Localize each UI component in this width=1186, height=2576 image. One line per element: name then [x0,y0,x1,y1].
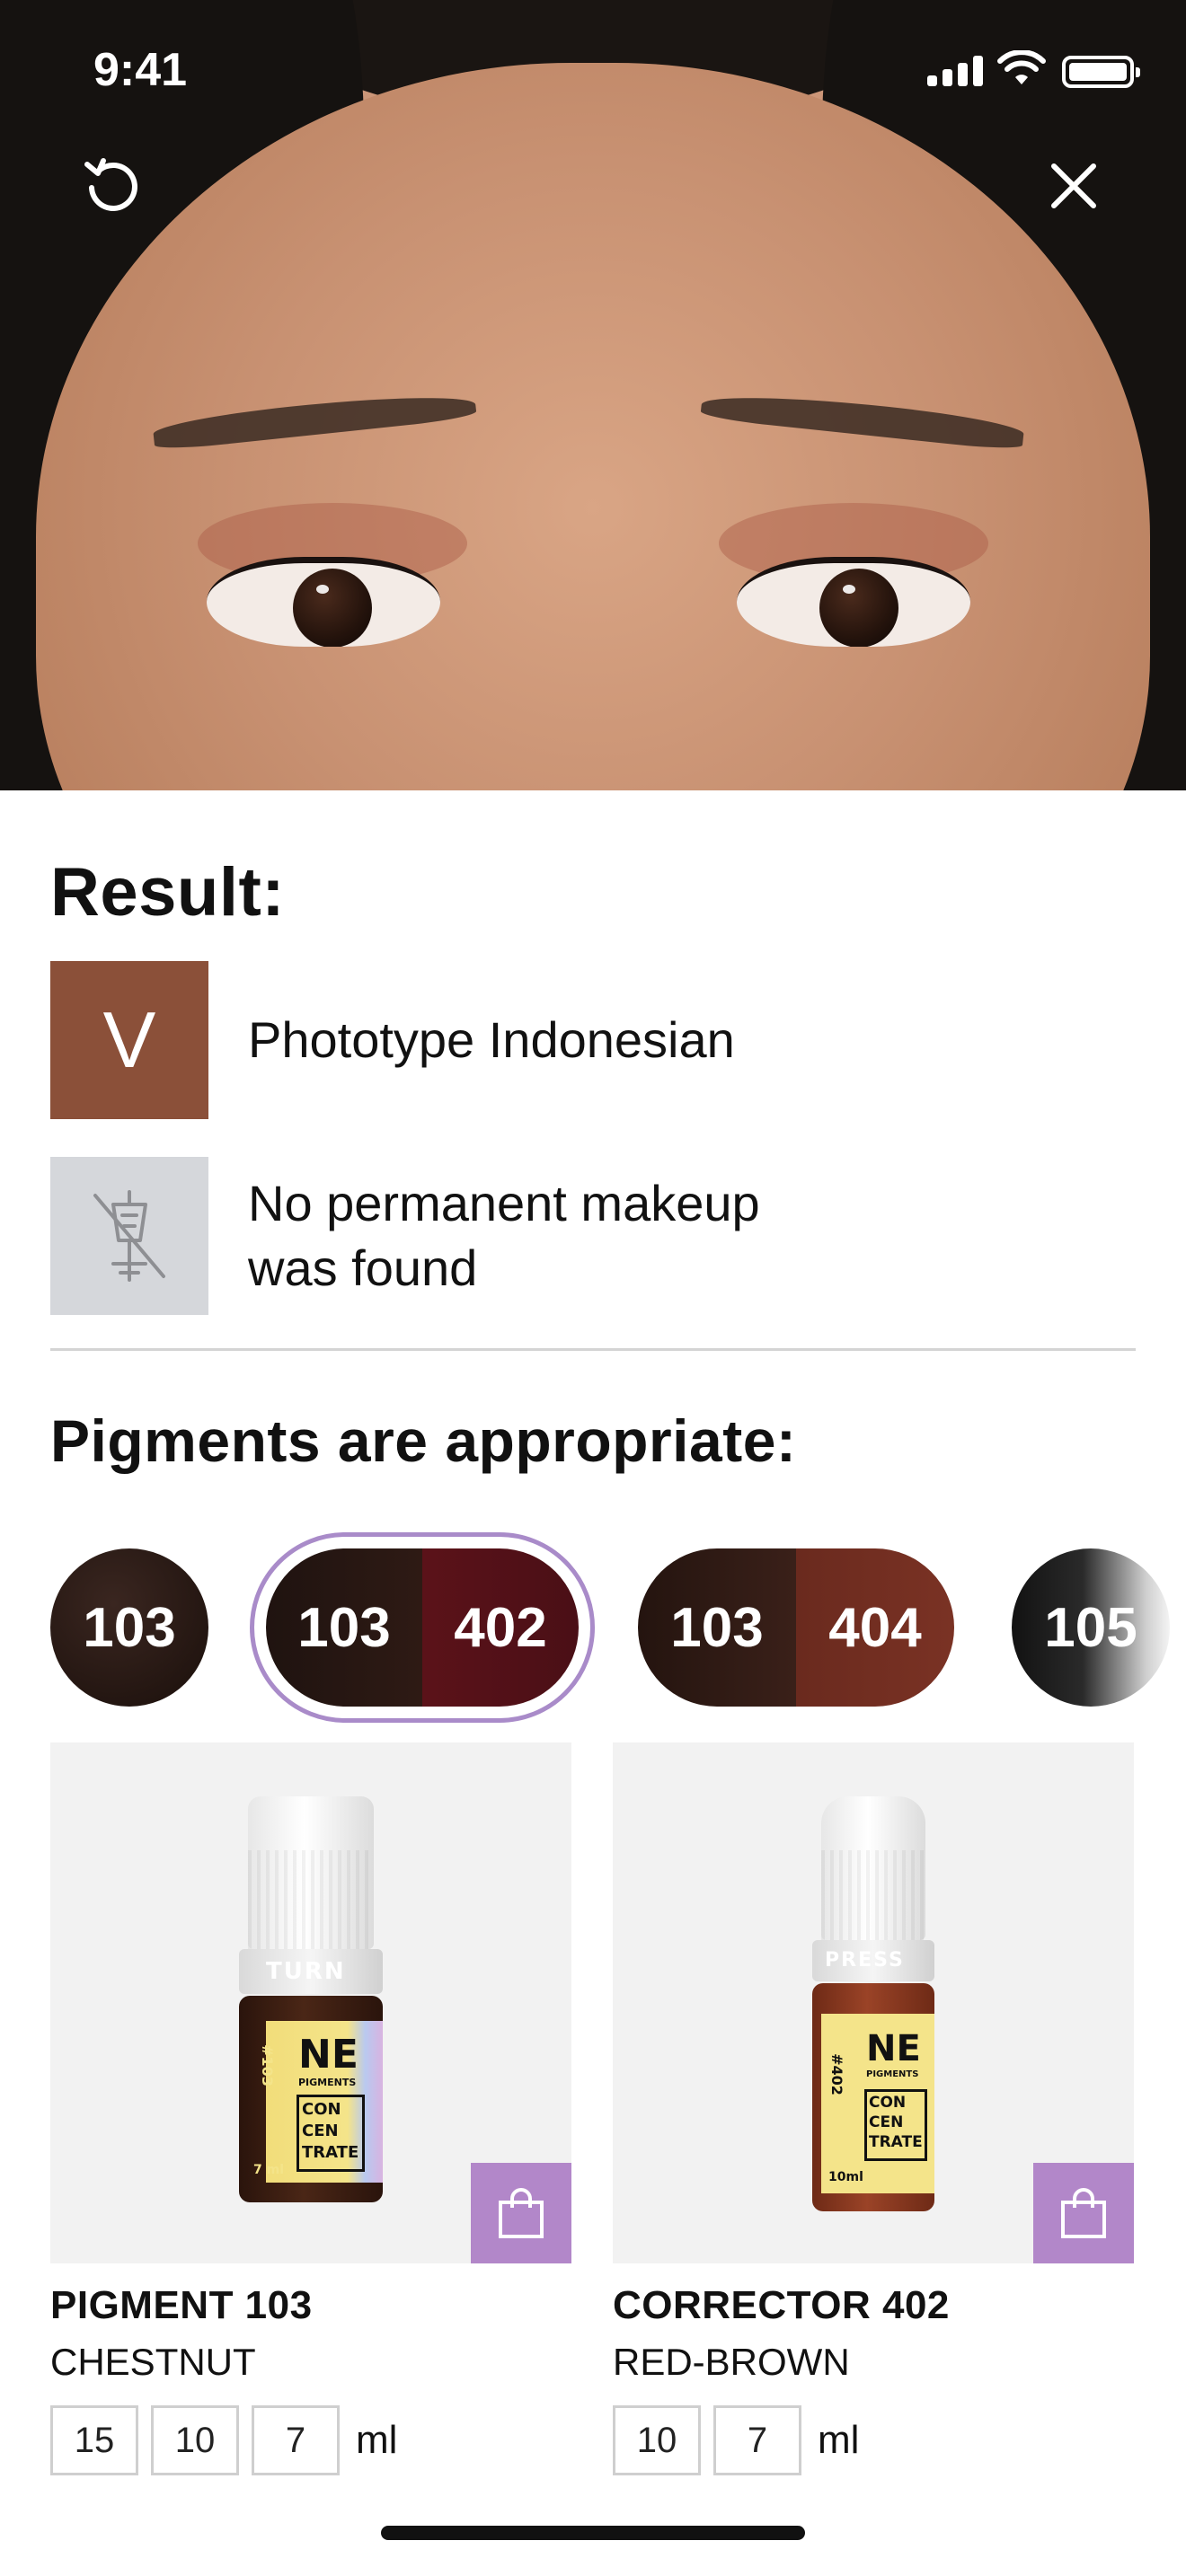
shopping-bag-icon [1061,2188,1106,2238]
pigment-chip-label: 105 [1044,1596,1137,1659]
add-to-cart-button[interactable] [1033,2163,1134,2263]
wifi-icon [997,50,1046,84]
size-selector: 10 7 ml [613,2405,1134,2475]
phototype-badge: V [50,961,208,1119]
product-card[interactable]: PRESS #402 NE PIGMENTS CON CEN TRATE 10m… [613,1742,1134,2475]
pmu-status: No permanent makeup was found [248,1171,760,1301]
bottle-line3: TRATE [869,2133,923,2151]
no-tattoo-machine-icon [93,1190,165,1282]
pigment-chip-label: 103 [266,1548,422,1707]
bottle-side-text: #402 [828,2053,845,2095]
product-color-name: CHESTNUT [50,2341,256,2383]
bottle-line2: CEN [302,2122,339,2140]
bottle-line2: CEN [869,2113,904,2131]
result-title: Result: [50,854,286,931]
bottle-line1: CON [302,2100,341,2119]
home-indicator[interactable] [381,2526,805,2540]
add-to-cart-button[interactable] [471,2163,571,2263]
size-option[interactable]: 7 [252,2405,340,2475]
result-panel: Result: V Phototype Indonesian No perman… [0,790,1186,2576]
pigment-chip-carousel[interactable]: 103 103 402 103 404 105 [0,1527,1186,1742]
pigment-chip-105[interactable]: 105 [1012,1548,1170,1707]
eye-right [737,557,970,647]
product-name: PIGMENT 103 [50,2283,313,2327]
shopping-bag-icon [499,2188,544,2238]
product-name: CORRECTOR 402 [613,2283,950,2327]
product-image: TURN #103 NE PIGMENTS CON CEN TRATE 7 ml [50,1742,571,2263]
phototype-label: Phototype Indonesian [248,1011,735,1068]
product-card[interactable]: TURN #103 NE PIGMENTS CON CEN TRATE 7 ml [50,1742,571,2475]
close-button[interactable] [1033,146,1114,226]
refresh-button[interactable] [72,146,153,226]
size-option[interactable]: 10 [613,2405,701,2475]
pmu-status-line2: was found [248,1239,478,1296]
bottle-sub: PIGMENTS [866,2069,919,2079]
pigment-chip-label: 103 [638,1548,796,1707]
size-unit: ml [356,2418,398,2462]
pigment-chip-label: 404 [796,1548,954,1707]
status-bar: 9:41 [0,0,1186,144]
pigment-chip-103[interactable]: 103 [50,1548,208,1707]
bottle-line1: CON [869,2094,907,2112]
cap-text: PRESS [825,1949,905,1972]
size-selector: 15 10 7 ml [50,2405,571,2475]
size-unit: ml [818,2418,860,2462]
size-option[interactable]: 7 [713,2405,801,2475]
status-time: 9:41 [93,44,188,96]
product-image: PRESS #402 NE PIGMENTS CON CEN TRATE 10m… [613,1742,1134,2263]
bottle-sub: PIGMENTS [298,2077,357,2088]
bottle-brand: NE [298,2032,358,2078]
cap-text: TURN [266,1958,346,1985]
pigment-bottle: TURN #103 NE PIGMENTS CON CEN TRATE 7 ml [239,1796,383,2210]
pmu-row: No permanent makeup was found [50,1157,760,1315]
bottle-side-text: #103 [258,2044,276,2086]
product-color-name: RED-BROWN [613,2341,850,2383]
bottle-line3: TRATE [302,2143,359,2162]
no-pmu-badge [50,1157,208,1315]
pigment-chip-label: 402 [422,1548,579,1707]
refresh-icon [84,158,137,211]
pmu-status-line1: No permanent makeup [248,1175,760,1231]
bottle-volume: 7 ml [253,2163,285,2177]
bottle-volume: 10ml [828,2170,863,2184]
corrector-bottle: PRESS #402 NE PIGMENTS CON CEN TRATE 10m… [812,1796,934,2219]
pigment-chip-103-402[interactable]: 103 402 [266,1548,579,1707]
pigment-chip-103-404[interactable]: 103 404 [638,1548,954,1707]
pigments-title: Pigments are appropriate: [50,1407,797,1474]
divider [50,1348,1136,1351]
bottle-brand: NE [866,2028,921,2069]
pigment-chip-label: 103 [83,1596,176,1659]
eye-left [207,557,440,647]
size-option[interactable]: 10 [151,2405,239,2475]
close-icon [1051,163,1096,208]
battery-icon [1062,56,1140,88]
phototype-row: V Phototype Indonesian [50,961,735,1119]
cellular-signal-icon [927,56,983,86]
size-option[interactable]: 15 [50,2405,138,2475]
